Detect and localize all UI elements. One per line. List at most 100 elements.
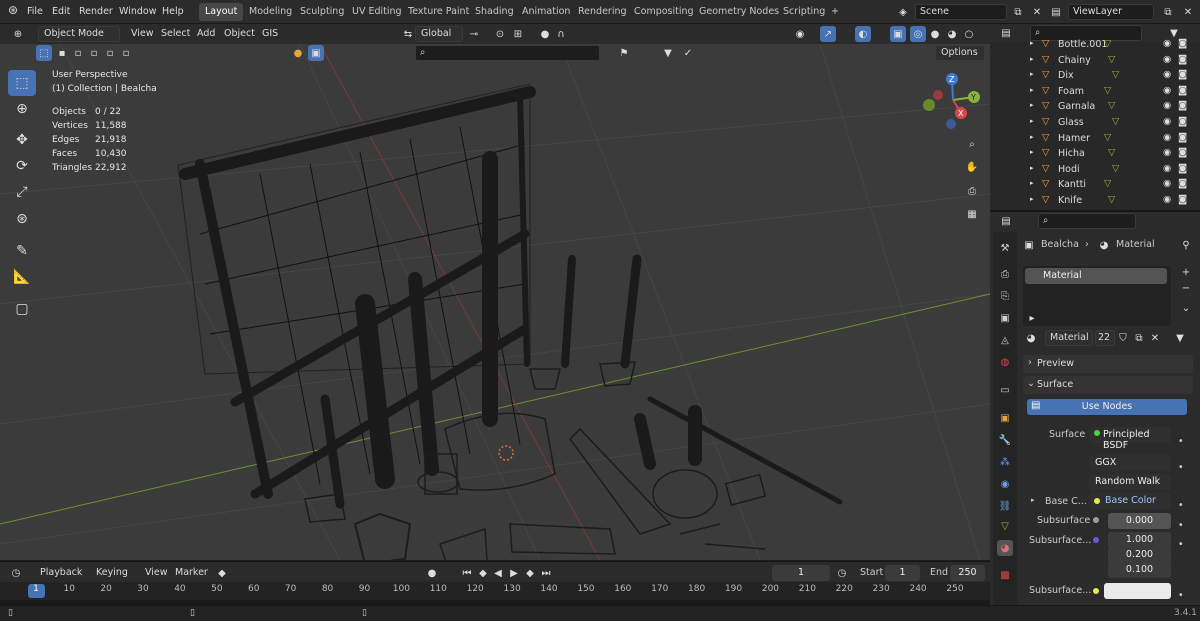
tab-uv-editing[interactable]: UV Editing <box>346 3 408 21</box>
menu-help[interactable]: Help <box>162 6 184 17</box>
output-tab-icon[interactable]: ⎘ <box>997 288 1013 304</box>
new-view-layer-icon[interactable]: ⧉ <box>1160 4 1176 20</box>
view-layer-selector[interactable]: ViewLayer <box>1068 4 1154 20</box>
select-extend-icon[interactable]: ▫ <box>70 45 86 61</box>
object-type-icon[interactable]: ● <box>290 45 306 61</box>
eye-icon[interactable]: ◉ <box>1163 54 1171 65</box>
keyframe-dot-icon[interactable]: • <box>1178 500 1184 511</box>
editor-type-icon[interactable]: ⊕ <box>10 26 26 42</box>
tab-rendering[interactable]: Rendering <box>572 3 633 21</box>
render-tab-icon[interactable]: ⎙ <box>997 266 1013 282</box>
keyframe-dot-icon[interactable]: • <box>1178 590 1184 601</box>
eye-icon[interactable]: ◉ <box>1163 85 1171 96</box>
record-icon[interactable]: ● <box>424 565 440 581</box>
camera-render-icon[interactable]: ◙ <box>1178 100 1187 111</box>
radius-y-field[interactable]: 0.200 <box>1108 547 1171 563</box>
vp-menu-gis[interactable]: GIS <box>262 28 278 39</box>
texture-tab-icon[interactable]: ▩ <box>997 567 1013 583</box>
remove-slot-icon[interactable]: − <box>1178 280 1194 296</box>
camera-render-icon[interactable]: ◙ <box>1178 54 1187 65</box>
unlink-material-icon[interactable]: ✕ <box>1147 330 1163 346</box>
material-users-count[interactable]: 22 <box>1095 330 1115 346</box>
surface-shader-field[interactable]: Principled BSDF <box>1089 427 1171 451</box>
annotate-tool-icon[interactable]: ✎ <box>8 238 36 264</box>
clock-icon[interactable]: ◷ <box>834 565 850 581</box>
expand-triangle-icon[interactable]: ▸ <box>1030 39 1034 47</box>
particles-tab-icon[interactable]: ⁂ <box>997 454 1013 470</box>
outliner-item[interactable]: ▸ ▽ Foam ▽ ◉ ◙ <box>1030 85 1200 101</box>
scene-selector[interactable]: Scene <box>915 4 1007 20</box>
expand-triangle-icon[interactable]: ▸ <box>1030 55 1034 63</box>
menu-edit[interactable]: Edit <box>52 6 70 17</box>
eye-icon[interactable]: ◉ <box>1163 194 1171 205</box>
measure-tool-icon[interactable]: 📐 <box>8 264 36 290</box>
hand-pan-icon[interactable]: ✋ <box>964 159 980 175</box>
add-workspace-button[interactable]: + <box>825 3 845 21</box>
camera-render-icon[interactable]: ◙ <box>1178 69 1187 80</box>
eye-icon[interactable]: ◉ <box>1163 147 1171 158</box>
timeline-menu-view[interactable]: View <box>145 567 168 578</box>
expand-triangle-icon[interactable]: ▸ <box>1030 195 1034 203</box>
mode-selector[interactable]: Object Mode <box>38 26 120 42</box>
perspective-grid-icon[interactable]: ▦ <box>964 206 980 222</box>
tab-shading[interactable]: Shading <box>469 3 520 21</box>
move-tool-icon[interactable]: ✥ <box>8 127 36 153</box>
modifier-tab-icon[interactable]: 🔧 <box>997 432 1013 448</box>
view-layer-icon[interactable]: ▤ <box>1048 4 1064 20</box>
tab-scripting[interactable]: Scripting <box>777 3 831 21</box>
outliner-item[interactable]: ▸ ▽ Hamer ▽ ◉ ◙ <box>1030 132 1200 148</box>
tool-tab-icon[interactable]: ⚒ <box>997 240 1013 256</box>
eye-icon[interactable]: ◉ <box>1163 163 1171 174</box>
physics-tab-icon[interactable]: ◉ <box>997 476 1013 492</box>
jump-end-icon[interactable]: ⏭ <box>538 565 554 581</box>
use-nodes-button[interactable]: Use Nodes <box>1027 399 1187 415</box>
properties-search-input[interactable]: ⌕ <box>1038 213 1136 229</box>
expand-icon[interactable]: ▸ <box>1024 310 1040 326</box>
wireframe-shading-icon[interactable]: ◎ <box>910 26 926 42</box>
camera-render-icon[interactable]: ◙ <box>1178 132 1187 143</box>
timeline-menu-marker[interactable]: Marker <box>175 567 208 578</box>
eye-icon[interactable]: ◉ <box>1163 100 1171 111</box>
tab-modeling[interactable]: Modeling <box>243 3 298 21</box>
outliner-item[interactable]: ▸ ▽ Glass ▽ ◉ ◙ <box>1030 116 1200 132</box>
timeline-menu-keying[interactable]: Keying <box>96 567 128 578</box>
end-frame-field[interactable]: 250 <box>950 565 985 581</box>
base-color-field[interactable]: Base Color <box>1089 493 1171 509</box>
outliner-item[interactable]: ▸ ▽ Hicha ▽ ◉ ◙ <box>1030 147 1200 163</box>
menu-window[interactable]: Window <box>119 6 156 17</box>
material-tab-icon[interactable]: ◕ <box>997 540 1013 556</box>
eye-icon[interactable]: ◉ <box>1163 69 1171 80</box>
expand-triangle-icon[interactable]: ▸ <box>1030 86 1034 94</box>
outliner-item[interactable]: ▸ ▽ Chainy ▽ ◉ ◙ <box>1030 54 1200 70</box>
vp-menu-object[interactable]: Object <box>224 28 255 39</box>
camera-icon[interactable]: ⎙ <box>964 183 980 199</box>
snap-target-icon[interactable]: ⊞ <box>510 26 526 42</box>
keyframe-icon[interactable]: ◆ <box>214 565 230 581</box>
vp-menu-view[interactable]: View <box>131 28 154 39</box>
material-slot-item[interactable]: Material <box>1025 268 1167 284</box>
snap-icon[interactable]: ⊙ <box>492 26 508 42</box>
next-keyframe-icon[interactable]: ◆ <box>522 565 538 581</box>
camera-render-icon[interactable]: ◙ <box>1178 178 1187 189</box>
subsurface-color-swatch[interactable] <box>1104 583 1171 599</box>
camera-render-icon[interactable]: ◙ <box>1178 38 1187 49</box>
tab-animation[interactable]: Animation <box>516 3 576 21</box>
eye-icon[interactable]: ◉ <box>1163 38 1171 49</box>
outliner-item[interactable]: ▸ ▽ Garnala ▽ ◉ ◙ <box>1030 100 1200 116</box>
view-layer-tab-icon[interactable]: ▣ <box>997 310 1013 326</box>
expand-triangle-icon[interactable]: ▸ <box>1030 117 1034 125</box>
outliner-item[interactable]: ▸ ▽ Hodi ▽ ◉ ◙ <box>1030 163 1200 179</box>
prev-keyframe-icon[interactable]: ◆ <box>475 565 491 581</box>
visibility-icon[interactable]: ◉ <box>792 26 808 42</box>
constraints-tab-icon[interactable]: ⛓ <box>997 498 1013 514</box>
select-new-icon[interactable]: ▪ <box>54 45 70 61</box>
timeline-editor-icon[interactable]: ◷ <box>8 565 24 581</box>
subsurface-method-dropdown[interactable]: Random Walk <box>1089 474 1171 490</box>
orientation-icon[interactable]: ⇆ <box>400 26 416 42</box>
expand-triangle-icon[interactable]: ▸ <box>1030 164 1034 172</box>
select-intersect-icon[interactable]: ▫ <box>118 45 134 61</box>
camera-render-icon[interactable]: ◙ <box>1178 194 1187 205</box>
play-icon[interactable]: ▶ <box>506 565 522 581</box>
fake-user-icon[interactable]: ⛉ <box>1115 330 1131 346</box>
viewport-search-input[interactable]: ⌕ <box>415 45 600 61</box>
